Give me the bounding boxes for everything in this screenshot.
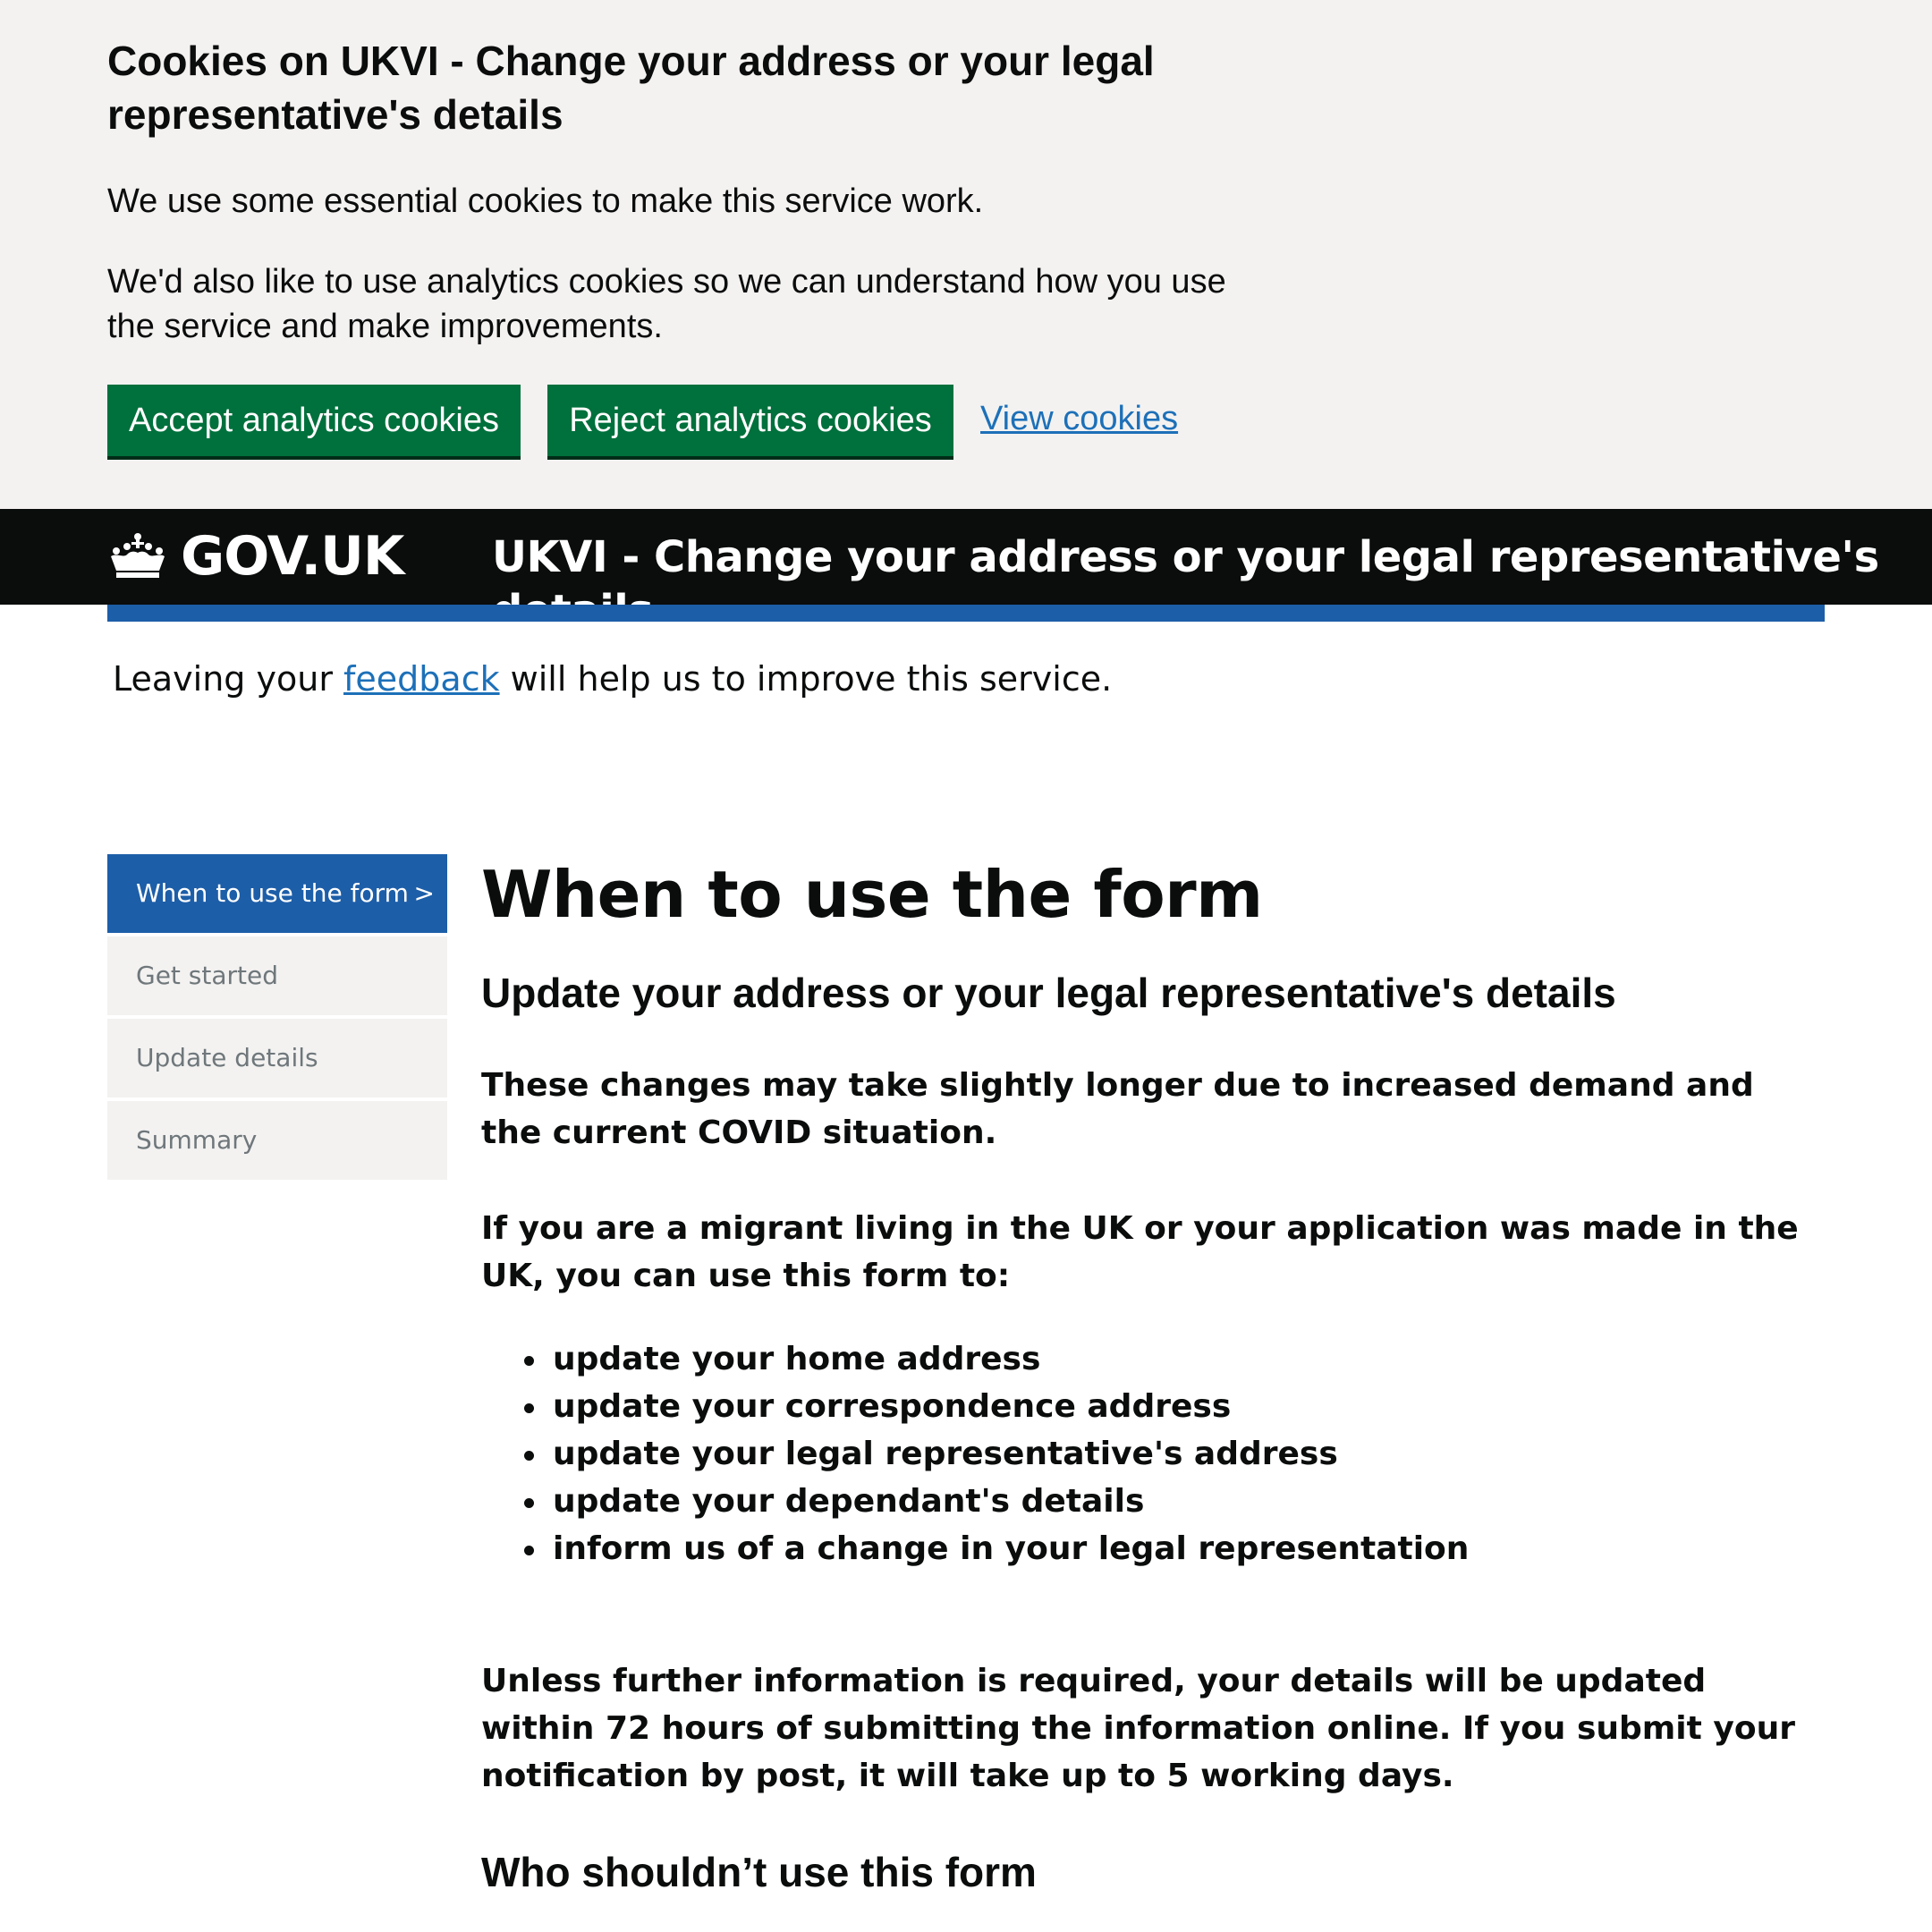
feedback-banner: Leaving your feedback will help us to im… (113, 655, 1112, 703)
site-header: GOV.UK UKVI - Change your address or you… (0, 509, 1932, 636)
view-cookies-link[interactable]: View cookies (980, 392, 1178, 445)
chevron-right-icon: > (413, 878, 435, 908)
crown-icon (111, 533, 165, 578)
cookie-banner: Cookies on UKVI - Change your address or… (0, 0, 1932, 509)
reject-analytics-cookies-button[interactable]: Reject analytics cookies (547, 385, 953, 456)
govuk-logo[interactable]: GOV.UK (107, 525, 404, 588)
page-title: When to use the form (481, 857, 1263, 932)
form-uses-list: update your home address update your cor… (481, 1335, 1805, 1572)
sidenav-item-when-to-use[interactable]: When to use the form > (107, 854, 447, 933)
list-item: update your correspondence address (481, 1383, 1805, 1430)
cookie-banner-analytics-text: We'd also like to use analytics cookies … (107, 263, 1226, 345)
sidenav-item-label: When to use the form (136, 878, 409, 908)
service-name[interactable]: UKVI - Change your address or your legal… (492, 530, 1932, 638)
sidenav-item-label: Update details (136, 1043, 318, 1072)
section-subheading: Update your address or your legal repres… (481, 970, 1616, 1016)
header-accent-bar (107, 605, 1825, 622)
processing-time-text: Unless further information is required, … (481, 1663, 1795, 1794)
sidenav-item-summary[interactable]: Summary (107, 1101, 447, 1180)
side-navigation: When to use the form > Get started Updat… (107, 854, 447, 1183)
govuk-logo-text: GOV.UK (181, 525, 404, 588)
sidenav-item-get-started[interactable]: Get started (107, 936, 447, 1015)
list-item: update your home address (481, 1335, 1805, 1383)
who-shouldnt-use-heading: Who shouldn’t use this form (481, 1849, 1037, 1895)
list-item: update your legal representative's addre… (481, 1430, 1805, 1478)
sidenav-item-label: Get started (136, 961, 279, 990)
feedback-link[interactable]: feedback (343, 659, 500, 699)
sidenav-item-label: Summary (136, 1125, 258, 1155)
cookie-banner-text: We use some essential cookies to make th… (107, 182, 984, 220)
cookie-banner-title: Cookies on UKVI - Change your address or… (107, 38, 1155, 138)
list-item: inform us of a change in your legal repr… (481, 1525, 1805, 1572)
covid-notice: These changes may take slightly longer d… (481, 1067, 1754, 1151)
feedback-text-after: will help us to improve this service. (499, 659, 1113, 699)
list-item: update your dependant's details (481, 1478, 1805, 1525)
migrant-intro: If you are a migrant living in the UK or… (481, 1210, 1799, 1294)
sidenav-item-update-details[interactable]: Update details (107, 1019, 447, 1097)
feedback-text-before: Leaving your (113, 659, 344, 699)
accept-analytics-cookies-button[interactable]: Accept analytics cookies (107, 385, 521, 456)
